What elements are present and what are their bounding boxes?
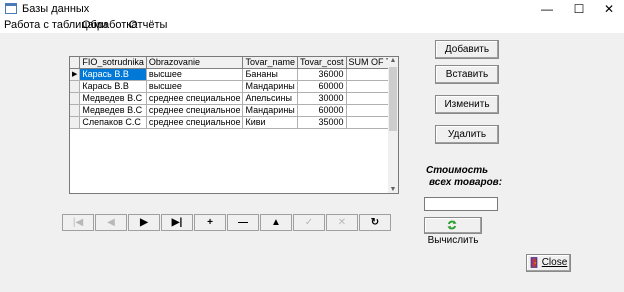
nav-prior-button[interactable]: ◀ xyxy=(95,214,127,231)
cell-education[interactable]: среднее специальное xyxy=(146,104,244,117)
add-button[interactable]: Добавить xyxy=(435,40,499,59)
vertical-scrollbar[interactable]: ▲ ▼ xyxy=(388,57,398,193)
row-indicator xyxy=(70,92,81,105)
table-row[interactable]: Медведев В.С среднее специальное Апельси… xyxy=(70,92,398,105)
cell-fio[interactable]: Слепаков С.С xyxy=(79,116,147,129)
main-window: Базы данных — ☐ ✕ Работа с таблицами Обр… xyxy=(0,0,624,292)
insert-button[interactable]: Вставить xyxy=(435,65,499,84)
total-cost-field[interactable] xyxy=(424,197,498,211)
cell-product[interactable]: Мандарины xyxy=(242,80,298,93)
cell-fio[interactable]: Карась В.В xyxy=(79,68,147,81)
row-indicator xyxy=(70,116,81,129)
scroll-up-arrow-icon[interactable]: ▲ xyxy=(388,57,398,64)
row-indicator xyxy=(70,104,81,117)
nav-next-button[interactable]: ▶ xyxy=(128,214,160,231)
current-row-indicator: ▶ xyxy=(70,68,81,81)
row-indicator xyxy=(70,80,81,93)
edit-button[interactable]: Изменить xyxy=(435,95,499,114)
grid-table: FIO_sotrudnika Obrazovanie Tovar_name To… xyxy=(70,57,398,129)
total-label-line2: всех товаров: xyxy=(429,177,503,188)
table-row[interactable]: Медведев В.С среднее специальное Мандари… xyxy=(70,104,398,117)
cell-cost[interactable]: 60000 xyxy=(297,80,347,93)
nav-insert-button[interactable]: + xyxy=(194,214,226,231)
grid-header-row: FIO_sotrudnika Obrazovanie Tovar_name To… xyxy=(70,57,398,69)
scroll-down-arrow-icon[interactable]: ▼ xyxy=(388,186,398,193)
cell-product[interactable]: Мандарины xyxy=(242,104,298,117)
cell-fio[interactable]: Медведев В.С xyxy=(79,92,147,105)
menu-reports[interactable]: Отчёты xyxy=(129,19,167,31)
cell-education[interactable]: высшее xyxy=(146,68,244,81)
total-cost-label: Стоимость всех товаров: xyxy=(426,165,502,189)
menu-bar: Работа с таблицами Обработка Отчёты xyxy=(0,18,624,33)
app-window-icon xyxy=(5,3,17,14)
total-label-line1: Стоимость xyxy=(426,165,489,176)
close-window-button[interactable]: ✕ xyxy=(594,0,624,18)
cell-cost[interactable]: 36000 xyxy=(297,68,347,81)
nav-refresh-button[interactable]: ↻ xyxy=(359,214,391,231)
delete-button[interactable]: Удалить xyxy=(435,125,499,144)
nav-post-button[interactable]: ✓ xyxy=(293,214,325,231)
cell-fio[interactable]: Медведев В.С xyxy=(79,104,147,117)
cell-cost[interactable]: 30000 xyxy=(297,92,347,105)
calculate-label: Вычислить xyxy=(427,235,479,246)
calculate-button[interactable]: Вычислить xyxy=(424,217,482,246)
cell-cost[interactable]: 60000 xyxy=(297,104,347,117)
nav-cancel-button[interactable]: ✕ xyxy=(326,214,358,231)
table-row[interactable]: ▶ Карась В.В высшее Бананы 36000 36000 xyxy=(70,68,398,81)
title-bar: Базы данных — ☐ ✕ xyxy=(0,0,624,18)
column-header-fio[interactable]: FIO_sotrudnika xyxy=(79,57,147,69)
nav-last-button[interactable]: ▶| xyxy=(161,214,193,231)
cell-education[interactable]: среднее специальное xyxy=(146,116,244,129)
column-header-product[interactable]: Tovar_name xyxy=(242,57,298,69)
window-title: Базы данных xyxy=(22,3,90,15)
column-header-education[interactable]: Obrazovanie xyxy=(146,57,244,69)
data-grid[interactable]: FIO_sotrudnika Obrazovanie Tovar_name To… xyxy=(69,56,399,194)
cell-product[interactable]: Киви xyxy=(242,116,298,129)
cell-cost[interactable]: 35000 xyxy=(297,116,347,129)
header-indicator xyxy=(70,57,81,69)
nav-first-button[interactable]: |◀ xyxy=(62,214,94,231)
cell-product[interactable]: Бананы xyxy=(242,68,298,81)
cell-fio[interactable]: Карась В.В xyxy=(79,80,147,93)
table-row[interactable]: Карась В.В высшее Мандарины 60000 60000 xyxy=(70,80,398,93)
cell-education[interactable]: среднее специальное xyxy=(146,92,244,105)
cell-education[interactable]: высшее xyxy=(146,80,244,93)
column-header-cost[interactable]: Tovar_cost xyxy=(297,57,347,69)
refresh-icon xyxy=(447,220,457,230)
nav-delete-button[interactable]: — xyxy=(227,214,259,231)
scroll-thumb[interactable] xyxy=(389,67,397,131)
close-button[interactable]: Close xyxy=(526,254,571,272)
nav-edit-button[interactable]: ▲ xyxy=(260,214,292,231)
maximize-button[interactable]: ☐ xyxy=(564,0,594,18)
cell-product[interactable]: Апельсины xyxy=(242,92,298,105)
db-navigator: |◀ ◀ ▶ ▶| + — ▲ ✓ ✕ ↻ xyxy=(62,214,392,231)
table-row[interactable]: Слепаков С.С среднее специальное Киви 35… xyxy=(70,116,398,129)
close-label: Close xyxy=(541,257,568,268)
door-exit-icon xyxy=(530,257,538,268)
minimize-button[interactable]: — xyxy=(532,0,562,18)
